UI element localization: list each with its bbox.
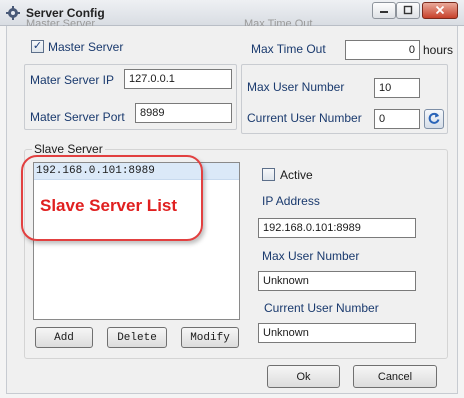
max-user-number-field[interactable]: 10: [374, 78, 420, 98]
active-label: Active: [280, 168, 313, 182]
slave-ip-label: IP Address: [262, 194, 320, 208]
delete-button[interactable]: Delete: [107, 327, 167, 348]
slave-max-user-label: Max User Number: [262, 249, 360, 263]
active-checkbox[interactable]: [262, 168, 275, 181]
slave-server-group-title: Slave Server: [32, 142, 105, 156]
minimize-button[interactable]: [372, 2, 396, 19]
master-ip-label: Mater Server IP: [30, 73, 115, 87]
refresh-button[interactable]: [424, 109, 444, 129]
current-user-number-label: Current User Number: [247, 111, 362, 125]
master-ip-field[interactable]: 127.0.0.1: [124, 69, 232, 89]
master-server-label: Master Server: [48, 40, 124, 54]
maximize-icon: [403, 4, 413, 18]
master-port-field[interactable]: 8989: [135, 103, 232, 123]
max-user-number-label: Max User Number: [247, 80, 345, 94]
slave-current-user-field[interactable]: Unknown: [258, 323, 416, 343]
slave-max-user-field[interactable]: Unknown: [258, 271, 416, 291]
close-button[interactable]: [422, 2, 458, 19]
slave-ip-field[interactable]: 192.168.0.101:8989: [258, 218, 416, 238]
annotation-label: Slave Server List: [40, 196, 178, 215]
slave-current-user-label: Current User Number: [264, 301, 379, 315]
refresh-icon: [427, 111, 441, 128]
ok-button[interactable]: Ok: [267, 365, 340, 388]
close-icon: [435, 4, 445, 18]
hours-unit-label: hours: [423, 43, 454, 57]
max-time-out-label: Max Time Out: [251, 42, 326, 56]
title-bar: Server Config Master Server Max Time Out: [0, 0, 464, 30]
master-server-checkbox[interactable]: ✓: [31, 40, 44, 53]
modify-button[interactable]: Modify: [181, 327, 239, 348]
check-mark-icon: ✓: [32, 40, 43, 52]
max-time-out-field[interactable]: 0: [345, 40, 420, 60]
master-port-label: Mater Server Port: [30, 110, 125, 124]
maximize-button[interactable]: [396, 2, 420, 19]
minimize-icon: [379, 4, 389, 18]
current-user-number-field[interactable]: 0: [374, 109, 420, 129]
gear-icon: [6, 6, 20, 20]
add-button[interactable]: Add: [35, 327, 93, 348]
cancel-button[interactable]: Cancel: [353, 365, 437, 388]
